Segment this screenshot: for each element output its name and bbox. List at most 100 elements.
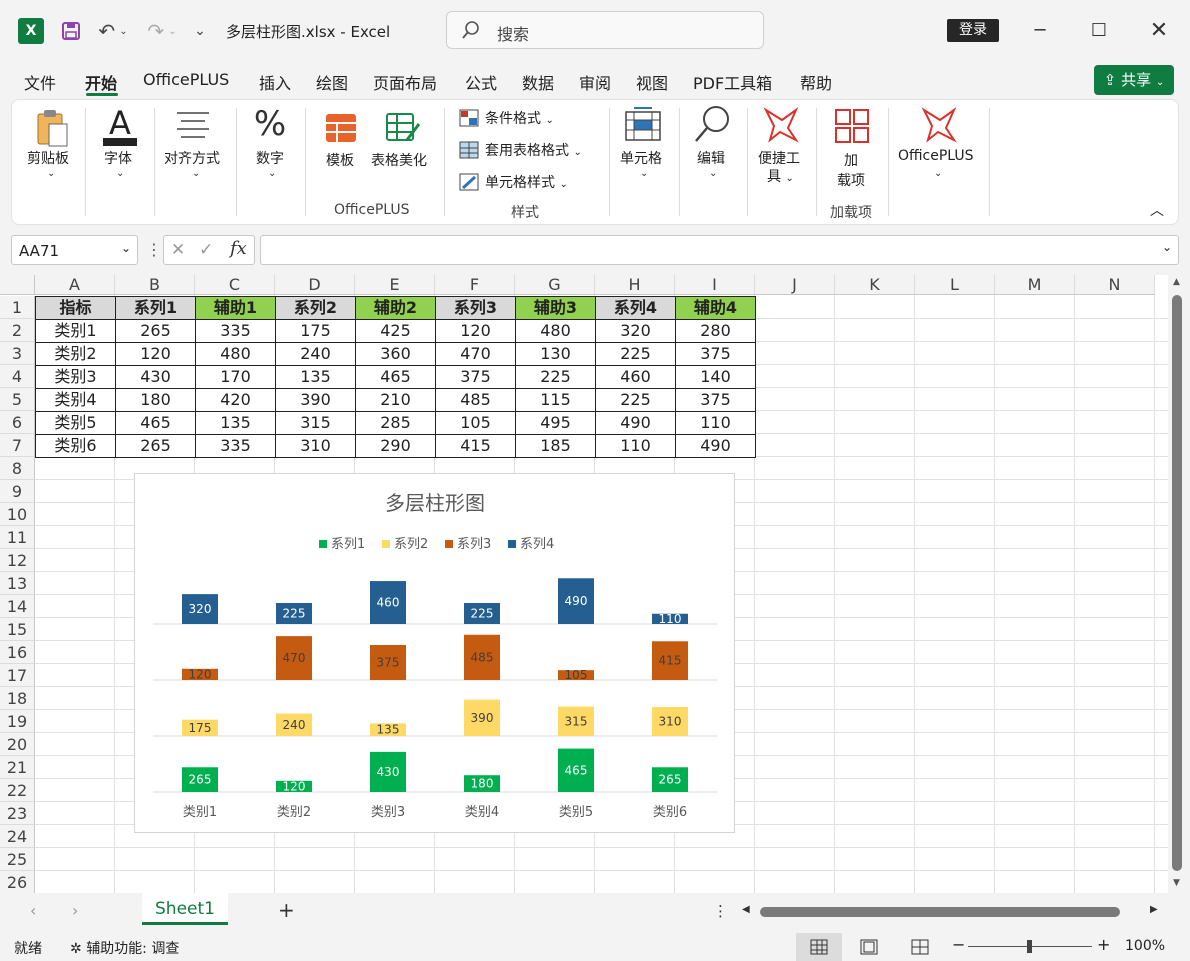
- table-cell[interactable]: 315: [275, 411, 356, 435]
- next-sheet-icon[interactable]: ›: [72, 901, 78, 920]
- tab-help[interactable]: 帮助: [800, 70, 832, 94]
- tab-view[interactable]: 视图: [636, 70, 668, 94]
- chevron-down-icon[interactable]: ⌄: [116, 168, 124, 179]
- table-cell[interactable]: 420: [195, 388, 276, 412]
- table-cell[interactable]: 265: [115, 319, 196, 343]
- vertical-scrollbar[interactable]: ▲ ▼: [1168, 275, 1190, 893]
- table-cell[interactable]: 290: [355, 434, 436, 458]
- tab-review[interactable]: 审阅: [579, 70, 611, 94]
- table-cell[interactable]: 335: [195, 434, 276, 458]
- table-cell[interactable]: 490: [595, 411, 676, 435]
- more-icon[interactable]: ⋮: [713, 902, 728, 920]
- prev-sheet-icon[interactable]: ‹: [30, 901, 36, 920]
- chevron-down-icon[interactable]: ⌄: [121, 241, 131, 255]
- column-header[interactable]: B: [115, 275, 195, 295]
- select-all-corner[interactable]: [0, 275, 35, 295]
- chart[interactable]: 多层柱形图 系列1 系列2 系列3 系列4 265 120 430 180 465 265 175…: [134, 473, 735, 833]
- table-cell[interactable]: 类别6: [35, 434, 116, 458]
- table-cell[interactable]: 210: [355, 388, 436, 412]
- row-header[interactable]: 21: [0, 756, 35, 779]
- beautify-icon[interactable]: [385, 112, 421, 144]
- quick-tools-label-2[interactable]: 具 ⌄: [767, 166, 794, 186]
- cell-style-label[interactable]: 单元格样式 ⌄: [485, 172, 568, 192]
- table-header-cell[interactable]: 辅助3: [515, 296, 596, 320]
- column-header[interactable]: G: [515, 275, 595, 295]
- column-header[interactable]: M: [995, 275, 1075, 295]
- cell-style-icon[interactable]: [459, 173, 479, 191]
- vertical-scroll-thumb[interactable]: [1172, 295, 1182, 871]
- table-cell[interactable]: 180: [115, 388, 196, 412]
- table-cell[interactable]: 375: [435, 365, 516, 389]
- table-cell[interactable]: 375: [675, 342, 756, 366]
- column-header[interactable]: F: [435, 275, 515, 295]
- table-cell[interactable]: 120: [435, 319, 516, 343]
- login-button[interactable]: 登录: [947, 19, 999, 42]
- scroll-up-icon[interactable]: ▲: [1173, 277, 1180, 287]
- number-label[interactable]: 数字: [256, 148, 284, 168]
- tab-file[interactable]: 文件: [24, 70, 56, 94]
- row-header[interactable]: 13: [0, 572, 35, 595]
- table-cell[interactable]: 135: [275, 365, 356, 389]
- clipboard-icon[interactable]: [34, 108, 70, 148]
- row-header[interactable]: 4: [0, 365, 35, 388]
- page-layout-view-icon[interactable]: [860, 939, 878, 959]
- table-cell[interactable]: 类别5: [35, 411, 116, 435]
- cells-icon[interactable]: [624, 106, 662, 142]
- table-cell[interactable]: 465: [355, 365, 436, 389]
- table-cell[interactable]: 225: [595, 342, 676, 366]
- table-cell[interactable]: 110: [675, 411, 756, 435]
- sheet-tab[interactable]: Sheet1: [142, 893, 228, 925]
- table-cell[interactable]: 320: [595, 319, 676, 343]
- table-cell[interactable]: 240: [275, 342, 356, 366]
- column-header[interactable]: C: [195, 275, 275, 295]
- row-header[interactable]: 18: [0, 687, 35, 710]
- table-cell[interactable]: 470: [435, 342, 516, 366]
- cancel-icon[interactable]: ✕: [171, 240, 185, 260]
- accessibility-status[interactable]: ✲ 辅助功能: 调查: [70, 938, 179, 958]
- table-cell[interactable]: 430: [115, 365, 196, 389]
- row-header[interactable]: 17: [0, 664, 35, 687]
- scroll-down-icon[interactable]: ▼: [1173, 878, 1180, 888]
- table-header-cell[interactable]: 系列3: [435, 296, 516, 320]
- chevron-down-icon[interactable]: ⌄: [268, 168, 276, 179]
- share-button[interactable]: ⇪ 共享 ⌄: [1094, 65, 1174, 95]
- align-icon[interactable]: [175, 110, 211, 140]
- tab-data[interactable]: 数据: [522, 70, 554, 94]
- column-header[interactable]: E: [355, 275, 435, 295]
- column-header[interactable]: L: [915, 275, 995, 295]
- normal-view-button[interactable]: [796, 933, 842, 961]
- tab-pdf-tools[interactable]: PDF工具箱: [693, 70, 772, 94]
- scroll-right-icon[interactable]: ▶: [1150, 904, 1158, 915]
- save-icon[interactable]: [60, 18, 82, 44]
- tab-insert[interactable]: 插入: [259, 70, 291, 94]
- undo-icon[interactable]: ↶ ⌄: [94, 18, 132, 44]
- table-cell[interactable]: 480: [515, 319, 596, 343]
- table-cell[interactable]: 335: [195, 319, 276, 343]
- row-header[interactable]: 19: [0, 710, 35, 733]
- table-cell[interactable]: 375: [675, 388, 756, 412]
- column-header[interactable]: H: [595, 275, 675, 295]
- row-header[interactable]: 5: [0, 388, 35, 411]
- table-cell[interactable]: 280: [675, 319, 756, 343]
- table-cell[interactable]: 170: [195, 365, 276, 389]
- conditional-format-icon[interactable]: [459, 109, 479, 127]
- row-header[interactable]: 7: [0, 434, 35, 457]
- tab-home[interactable]: 开始: [85, 70, 117, 94]
- table-cell[interactable]: 类别4: [35, 388, 116, 412]
- zoom-slider-thumb[interactable]: [1027, 940, 1032, 953]
- horizontal-scroll-thumb[interactable]: [760, 907, 1120, 917]
- insert-function-icon[interactable]: fx: [230, 238, 247, 259]
- font-label[interactable]: 字体: [104, 148, 132, 168]
- table-cell[interactable]: 460: [595, 365, 676, 389]
- chevron-down-icon[interactable]: ⌄: [47, 168, 55, 179]
- table-header-cell[interactable]: 系列2: [275, 296, 356, 320]
- tab-page-layout[interactable]: 页面布局: [373, 70, 437, 94]
- row-header[interactable]: 25: [0, 848, 35, 871]
- table-cell[interactable]: 130: [515, 342, 596, 366]
- addins-icon[interactable]: [834, 108, 870, 144]
- template-label[interactable]: 模板: [326, 150, 354, 170]
- zoom-level[interactable]: 100%: [1125, 938, 1165, 954]
- minimize-icon[interactable]: ─: [1025, 14, 1055, 48]
- data-table[interactable]: 指标 系列1 辅助1 系列2 辅助2 系列3 辅助3 系列4 辅助4 类别1 265 335 175 42…: [35, 296, 756, 458]
- table-cell[interactable]: 495: [515, 411, 596, 435]
